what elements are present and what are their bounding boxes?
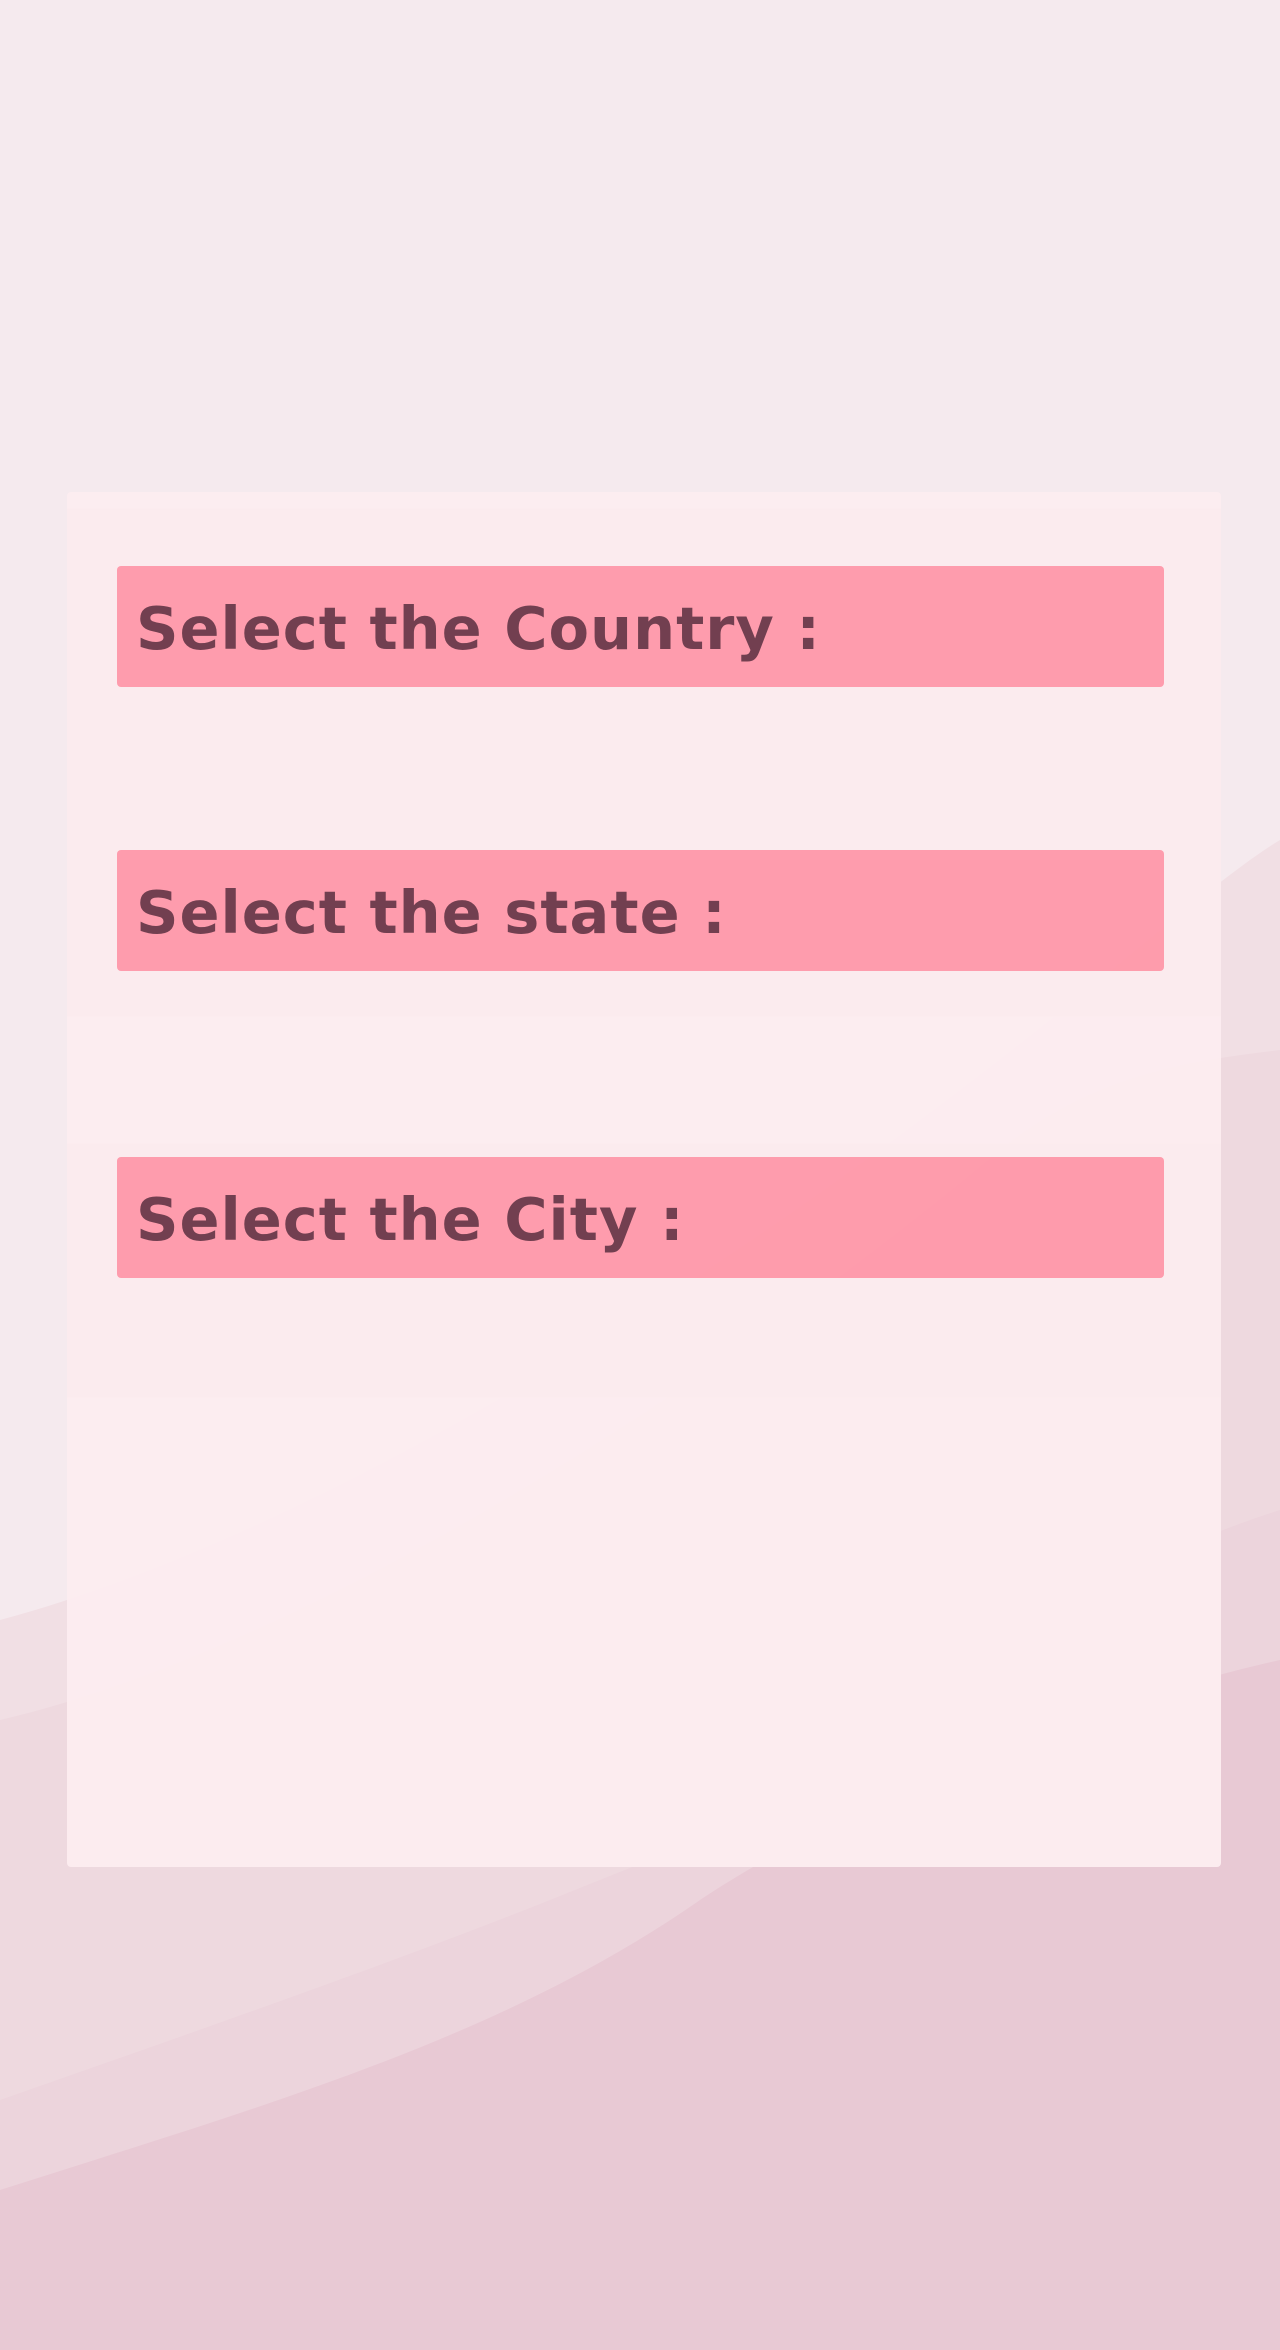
state-label: Select the state :	[136, 878, 727, 947]
country-label-bar: Select the Country :	[117, 566, 1164, 687]
location-selector-card: Select the Country : Select the state : …	[67, 492, 1221, 1867]
state-label-bar: Select the state :	[117, 850, 1164, 971]
country-label: Select the Country :	[136, 594, 821, 663]
city-label-bar: Select the City :	[117, 1157, 1164, 1278]
city-label: Select the City :	[136, 1185, 685, 1254]
